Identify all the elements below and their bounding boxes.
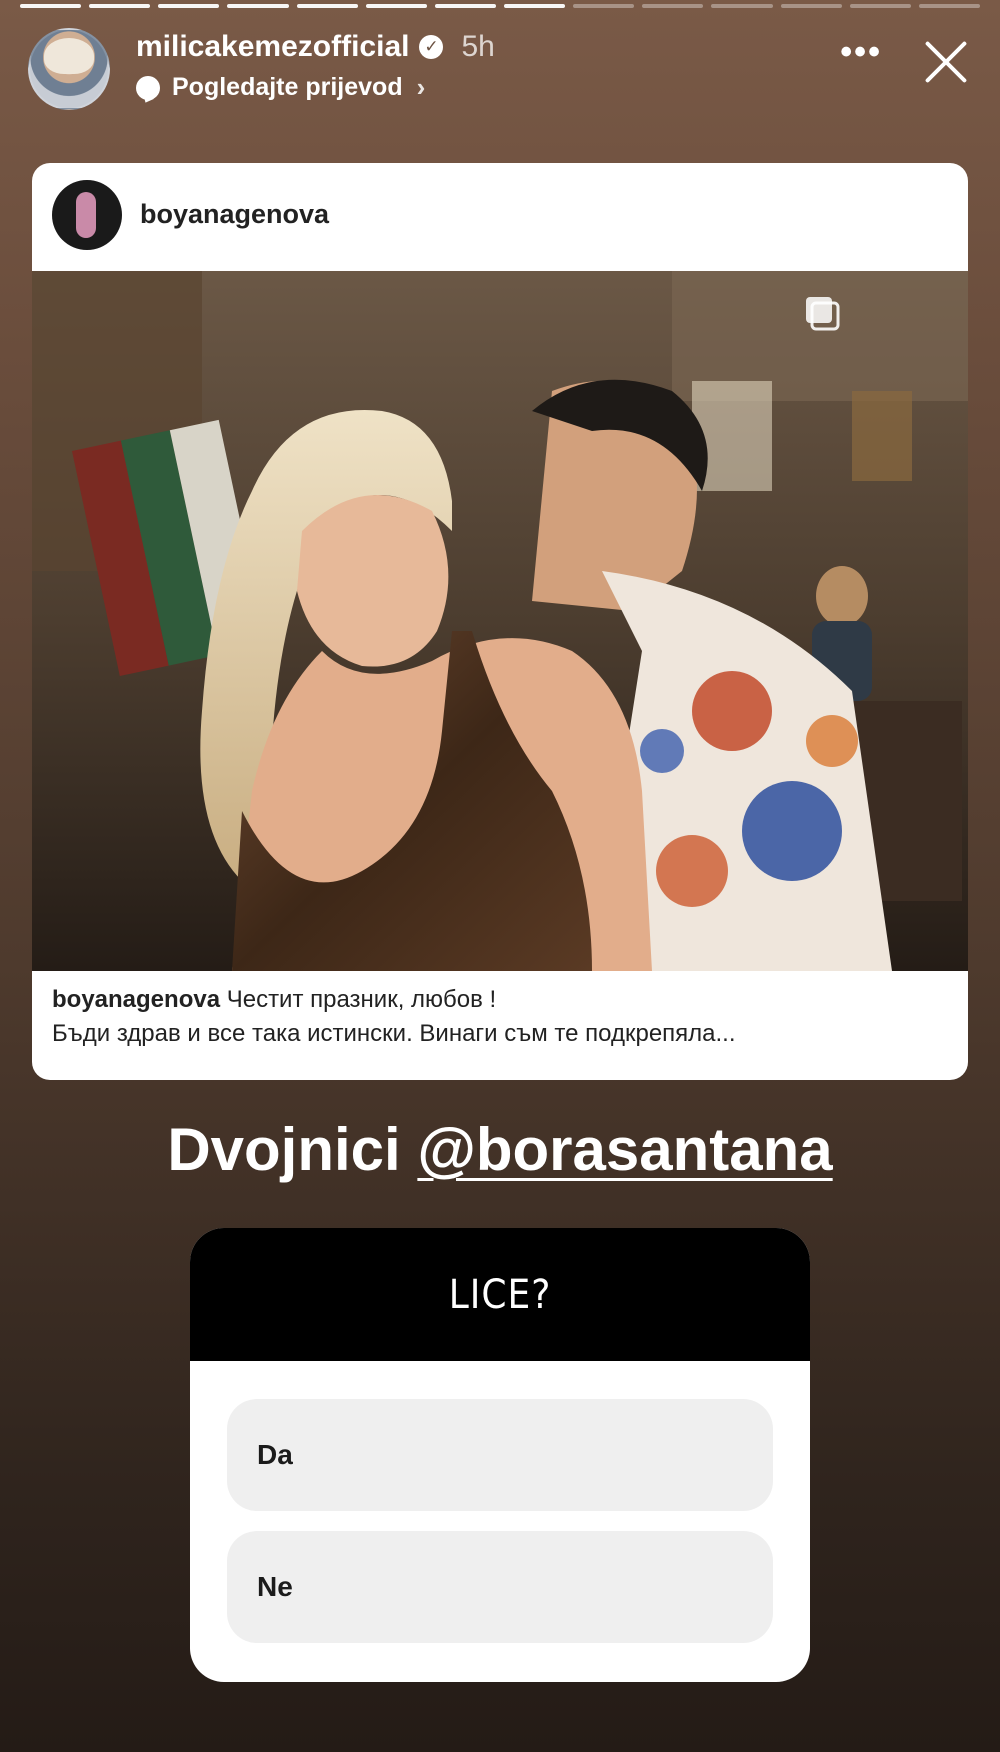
- poll-sticker: LICE? Da Ne: [190, 1228, 810, 1682]
- shared-post-card[interactable]: boyanagenova boyanagenova Честит празник…: [32, 163, 968, 1080]
- progress-segment: [780, 4, 842, 8]
- progress-segment: [296, 4, 358, 8]
- story-progress-bar: [20, 4, 980, 9]
- progress-segment: [503, 4, 566, 8]
- more-icon[interactable]: •••: [840, 35, 882, 69]
- progress-segment: [573, 4, 635, 8]
- progress-segment: [849, 4, 911, 8]
- shared-post-header: boyanagenova: [32, 163, 968, 271]
- shared-post-username[interactable]: boyanagenova: [140, 199, 329, 230]
- close-icon[interactable]: [920, 36, 972, 88]
- progress-segment: [227, 4, 289, 8]
- chevron-right-icon: ›: [416, 72, 426, 102]
- mention-prefix: Dvojnici: [167, 1116, 418, 1183]
- carousel-icon: [802, 293, 842, 333]
- poll-option-ne[interactable]: Ne: [227, 1531, 773, 1643]
- mention-text: Dvojnici @borasantana: [0, 1115, 1000, 1184]
- shared-post-avatar[interactable]: [52, 180, 122, 250]
- profile-avatar[interactable]: [28, 28, 110, 110]
- caption-line-1: Честит празник, любов !: [226, 986, 497, 1013]
- progress-segment: [20, 4, 82, 8]
- caption-line-2: Бъди здрав и все така истински. Винаги с…: [52, 1020, 736, 1047]
- progress-segment: [434, 4, 496, 8]
- poll-option-da[interactable]: Da: [227, 1399, 773, 1511]
- story-header: milicakemezofficial ✓ 5h Pogledajte prij…: [28, 26, 972, 110]
- profile-username-row[interactable]: milicakemezofficial ✓ 5h: [136, 30, 495, 64]
- caption-username: boyanagenova: [52, 986, 221, 1013]
- translate-icon: [136, 75, 160, 100]
- post-time: 5h: [461, 30, 495, 63]
- shared-post-photo[interactable]: [32, 271, 968, 971]
- progress-segment: [918, 4, 980, 8]
- verified-icon: ✓: [419, 35, 444, 59]
- mention-tag[interactable]: @borasantana: [417, 1116, 832, 1183]
- progress-segment: [711, 4, 773, 8]
- progress-segment: [158, 4, 220, 8]
- progress-segment: [89, 4, 151, 8]
- profile-username[interactable]: milicakemezofficial: [136, 30, 409, 64]
- see-translation-link[interactable]: Pogledajte prijevod ›: [136, 72, 425, 103]
- progress-segment: [365, 4, 427, 8]
- progress-segment: [642, 4, 704, 8]
- poll-question: LICE?: [190, 1228, 810, 1361]
- see-translation-label: Pogledajte prijevod: [172, 73, 403, 101]
- shared-post-caption[interactable]: boyanagenova Честит празник, любов ! Бъд…: [52, 983, 948, 1051]
